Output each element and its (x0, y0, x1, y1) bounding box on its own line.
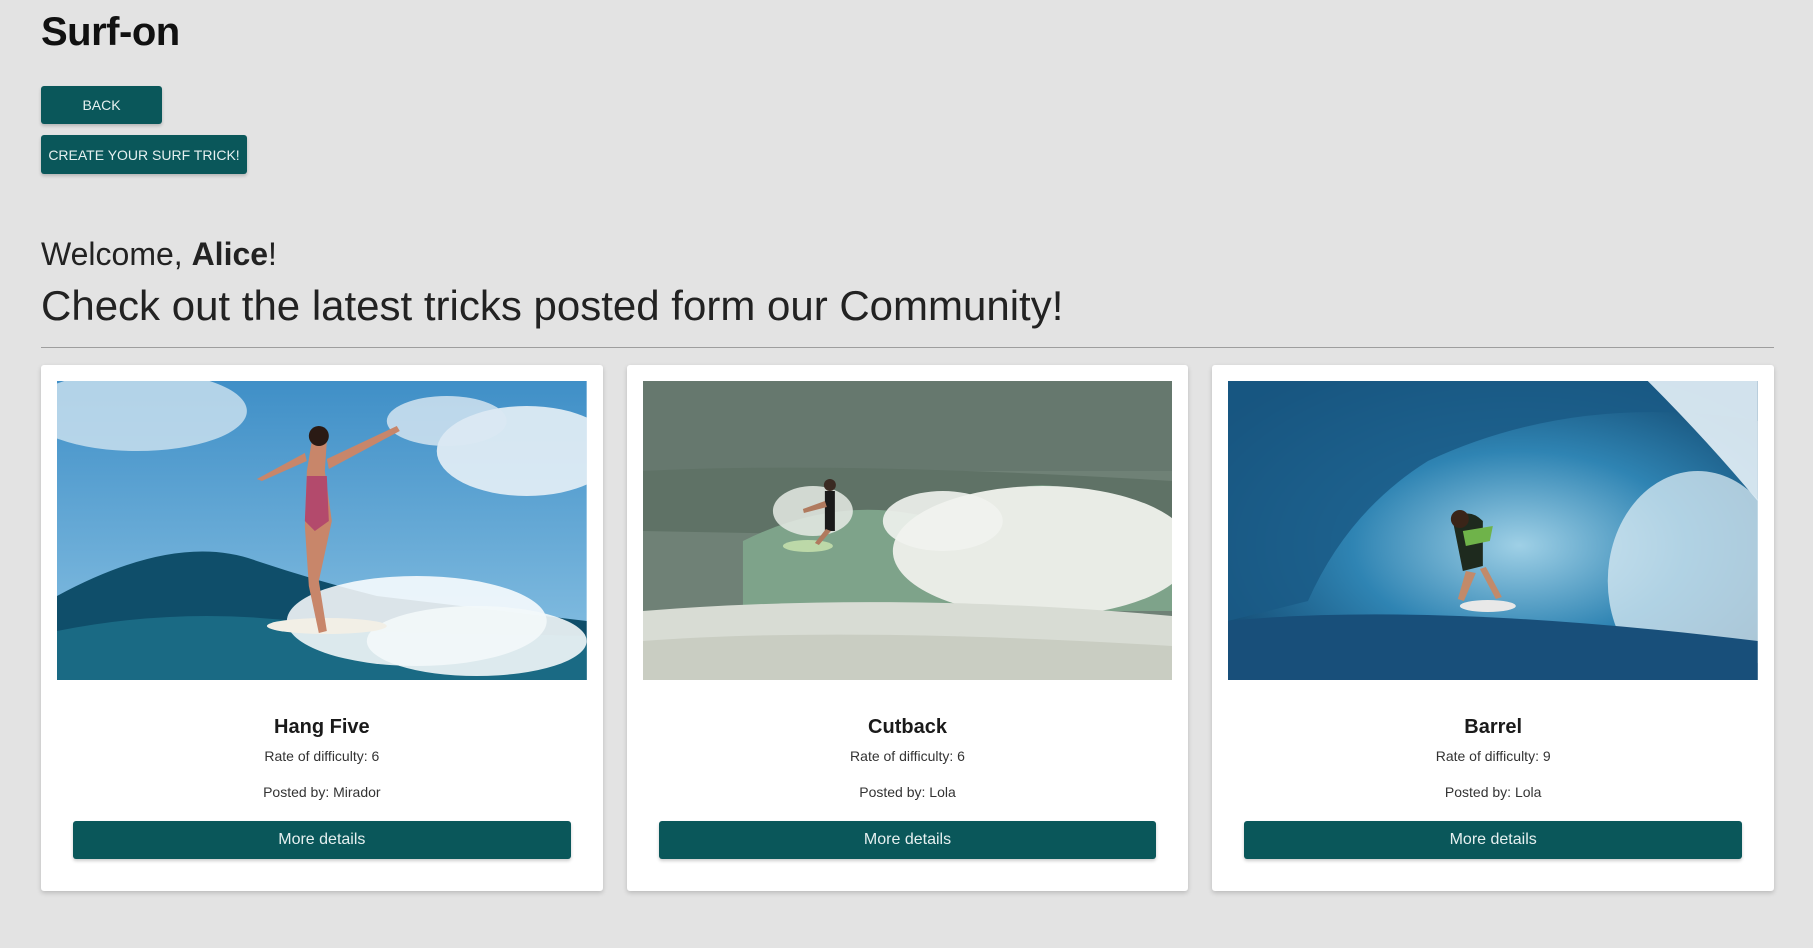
create-trick-button[interactable]: CREATE YOUR SURF TRICK! (41, 135, 247, 174)
welcome-suffix: ! (268, 236, 277, 272)
difficulty-rate: Rate of difficulty: 6 (264, 748, 380, 764)
difficulty-rate: Rate of difficulty: 9 (1435, 748, 1551, 764)
trick-card: Cutback Rate of difficulty: 6 Posted by:… (626, 365, 1189, 891)
page-subtitle: Check out the latest tricks posted form … (41, 282, 1064, 329)
trick-title: Cutback (868, 716, 947, 738)
trick-image (1228, 381, 1759, 680)
surfer-cutback-image (642, 381, 1173, 680)
divider (41, 347, 1774, 348)
back-button[interactable]: BACK (41, 86, 162, 124)
welcome-user: Alice (191, 236, 269, 272)
app-title: Surf-on (41, 10, 180, 54)
welcome-heading: Welcome, Alice! (41, 236, 277, 273)
page: Surf-on BACK CREATE YOUR SURF TRICK! Wel… (0, 0, 1813, 948)
trick-title: Hang Five (274, 716, 370, 738)
posted-by: Posted by: Lola (1444, 784, 1542, 800)
posted-by: Posted by: Lola (859, 784, 956, 800)
trick-image (57, 381, 587, 680)
difficulty-rate: Rate of difficulty: 6 (850, 748, 965, 764)
more-details-button[interactable]: More details (73, 821, 571, 859)
trick-title: Barrel (1464, 716, 1523, 738)
trick-image (642, 381, 1173, 680)
surfer-barrel-image (1228, 381, 1759, 680)
posted-by: Posted by: Mirador (263, 784, 381, 800)
trick-card-list: Hang Five Rate of difficulty: 6 Posted b… (41, 365, 1775, 891)
trick-card: Hang Five Rate of difficulty: 6 Posted b… (41, 365, 603, 891)
trick-card: Barrel Rate of difficulty: 9 Posted by: … (1212, 365, 1775, 891)
more-details-button[interactable]: More details (658, 821, 1157, 859)
surfer-hang-five-image (57, 381, 587, 680)
welcome-prefix: Welcome, (41, 236, 192, 272)
more-details-button[interactable]: More details (1244, 821, 1743, 859)
